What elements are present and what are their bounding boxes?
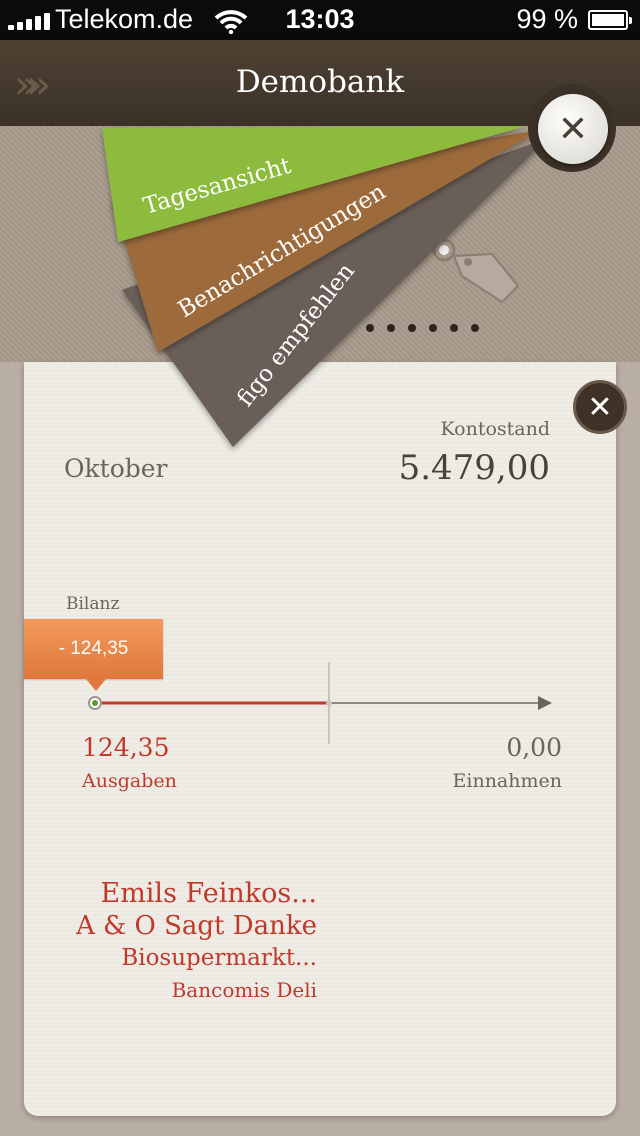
merchant-item[interactable]: A & O Sagt Danke	[0, 910, 317, 942]
fan-menu: figo empfehlen Benachrichtigungen Tagesa…	[102, 126, 548, 447]
bilanz-badge: - 124,35	[24, 619, 163, 691]
einnahmen-label: Einnahmen	[452, 770, 562, 792]
bilanz-value: - 124,35	[58, 638, 129, 659]
merchant-list: Emils Feinkos... A & O Sagt Danke Biosup…	[0, 878, 317, 1006]
merchant-item[interactable]: Emils Feinkos...	[0, 878, 317, 910]
einnahmen-value: 0,00	[506, 733, 562, 762]
bilanz-label: Bilanz	[66, 594, 120, 614]
ausgaben-label: Ausgaben	[82, 770, 177, 792]
close-menu-button[interactable]: ✕	[538, 94, 608, 164]
ausgaben-value: 124,35	[82, 733, 170, 762]
merchant-item[interactable]: Bancomis Deli	[0, 974, 317, 1006]
merchant-item[interactable]: Biosupermarkt...	[0, 942, 317, 974]
